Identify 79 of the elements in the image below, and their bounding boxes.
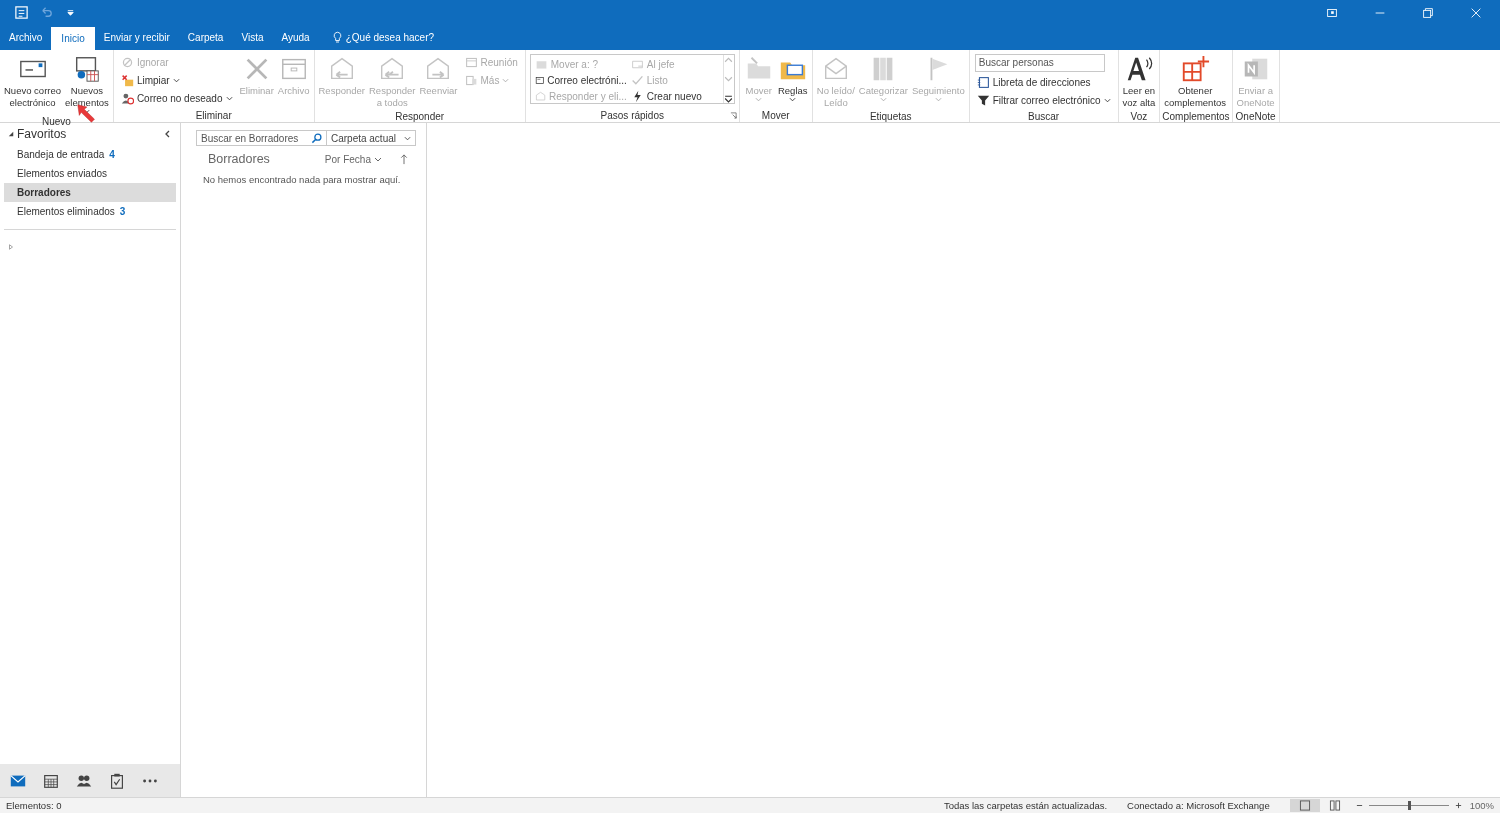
caret-icon: [404, 135, 411, 141]
group-label: Complementos: [1162, 111, 1230, 122]
favorites-header[interactable]: Favoritos: [17, 127, 164, 141]
folder-item[interactable]: Borradores: [4, 183, 176, 202]
expand-icon[interactable]: [723, 94, 733, 103]
ribbon-button[interactable]: Libreta de direcciones: [974, 74, 1113, 90]
ribbon-button[interactable]: Obtener complementos: [1162, 52, 1229, 111]
zoom-in-icon[interactable]: [1454, 802, 1462, 809]
ribbon-tab[interactable]: Inicio: [51, 27, 95, 50]
item-count: Elementos: 0: [6, 800, 62, 811]
ribbon-button[interactable]: Nuevos elementos: [63, 52, 111, 116]
search-field[interactable]: Buscar en Borradores: [196, 130, 327, 146]
expand-icon[interactable]: [8, 131, 14, 137]
group-label: Buscar: [1028, 110, 1060, 122]
empty-message: No hemos encontrado nada para mostrar aquí.: [202, 174, 402, 185]
search-people-field[interactable]: Buscar personas: [974, 54, 1105, 72]
dialog-launcher-icon[interactable]: [729, 111, 737, 119]
folder-item[interactable]: Elementos enviados: [4, 164, 176, 183]
search-icon[interactable]: [310, 132, 322, 144]
check-icon: [630, 73, 644, 87]
sort-button[interactable]: Por Fecha: [318, 152, 388, 166]
address-book-icon: [976, 75, 990, 89]
ignore-icon: [120, 55, 134, 69]
customize-icon[interactable]: [64, 7, 77, 18]
sort-direction-icon[interactable]: [400, 153, 408, 165]
folder-item[interactable]: Bandeja de entrada 4: [4, 145, 176, 164]
folder-item[interactable]: Elementos eliminados 3: [4, 202, 176, 221]
chevron-icon: [374, 156, 382, 162]
lightbulb-icon: [332, 31, 342, 44]
more-icon: [464, 73, 478, 87]
tell-me-field[interactable]: ¿Qué desea hacer?: [326, 25, 441, 50]
unread-count: 3: [119, 206, 126, 217]
group-label: Nuevo: [42, 116, 71, 127]
quick-step[interactable]: Crear nuevo: [628, 88, 721, 104]
group-label: Etiquetas: [869, 111, 912, 122]
group-label: Mover: [761, 109, 790, 121]
ribbon-tab[interactable]: Ayuda: [272, 25, 319, 50]
ribbon-tab[interactable]: Carpeta: [178, 25, 233, 50]
normal-view-icon[interactable]: [1289, 799, 1320, 812]
group-label: Pasos rápidos: [600, 109, 664, 121]
slider-thumb[interactable]: [1407, 801, 1411, 810]
caret-icon: [879, 97, 887, 102]
ribbon-tab[interactable]: Enviar y recibir: [94, 25, 179, 50]
group-label: Voz: [1130, 111, 1148, 122]
arrow-icon: [77, 104, 96, 123]
caret-icon: [934, 97, 942, 102]
folder-title: Borradores: [208, 152, 271, 166]
ribbon-button[interactable]: Nuevo correo electrónico: [2, 52, 64, 111]
scope-dropdown[interactable]: Carpeta actual: [326, 130, 416, 146]
zoom-level: 100%: [1469, 800, 1494, 811]
add-in-icon: [1180, 54, 1211, 84]
ribbon-button[interactable]: Limpiar: [118, 72, 235, 88]
clean-up-icon: [120, 73, 134, 87]
zoom-out-icon[interactable]: [1355, 802, 1363, 809]
collapse-icon[interactable]: [164, 130, 172, 138]
quick-step[interactable]: Correo electróni...: [532, 72, 629, 88]
caret-icon: [502, 77, 510, 83]
connection-status: Conectado a: Microsoft Exchange: [1127, 800, 1270, 811]
sync-status: Todas las carpetas están actualizadas.: [943, 800, 1108, 811]
filter-icon: [976, 93, 990, 107]
caret-icon: [1103, 97, 1111, 103]
group-label: Responder: [395, 111, 445, 122]
caret-icon: [789, 97, 797, 102]
app-icon[interactable]: [14, 5, 29, 20]
ribbon-button[interactable]: Leer en voz alta: [1120, 52, 1158, 111]
ribbon-tab[interactable]: Vista: [232, 25, 273, 50]
ribbon-button[interactable]: Reglas: [775, 52, 810, 104]
group-label: Eliminar: [195, 109, 232, 121]
ribbon-tab[interactable]: Archivo: [0, 25, 52, 50]
junk-icon: [120, 91, 134, 105]
meeting-icon: [464, 55, 478, 69]
ribbon-button[interactable]: Correo no deseado: [118, 90, 235, 106]
tasks-icon[interactable]: [108, 771, 126, 790]
ribbon-button[interactable]: Filtrar correo electrónico: [974, 92, 1113, 108]
caret-icon: [225, 95, 233, 101]
caret-icon: [755, 97, 763, 102]
group-label: OneNote: [1235, 111, 1276, 122]
caret-icon: [172, 77, 180, 83]
unread-count: 4: [109, 149, 115, 160]
